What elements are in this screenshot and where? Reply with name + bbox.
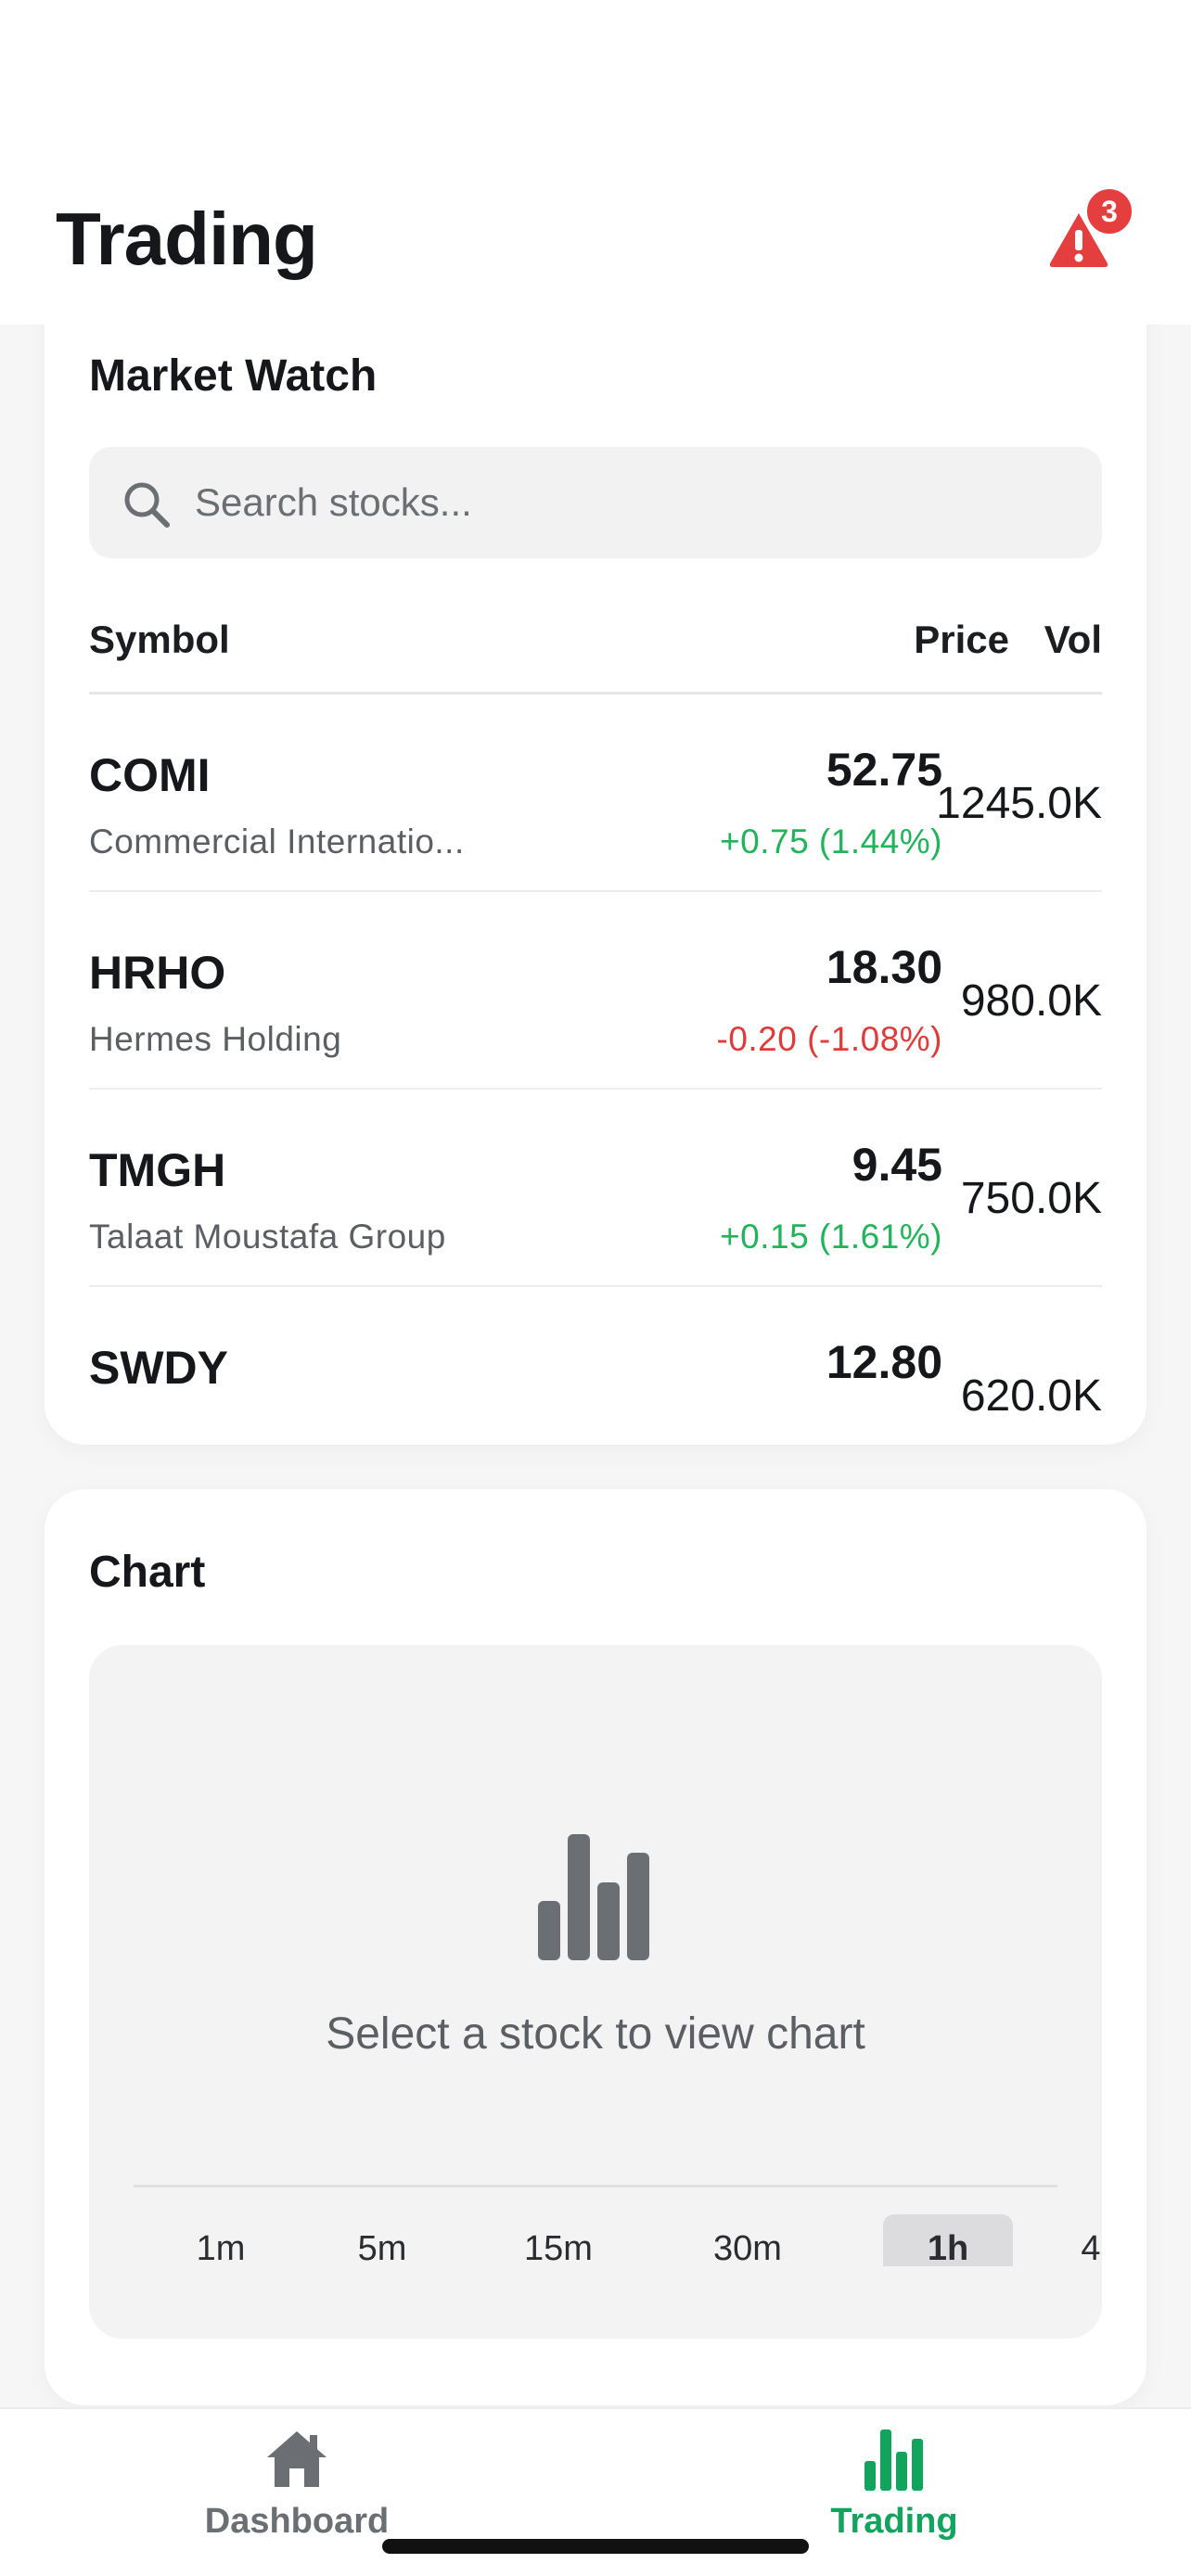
timeframe-1h[interactable]: 1h [883, 2214, 1013, 2266]
chart-placeholder: Select a stock to view chart 1m 5m 15m 3… [89, 1645, 1102, 2339]
stock-volume: 750.0K [960, 1174, 1102, 1223]
market-watch-card: Market Watch Symbol Price Vol COMI Comme… [45, 269, 1146, 1445]
tab-label: Dashboard [204, 2502, 390, 2541]
home-indicator [382, 2539, 809, 2554]
market-watch-title: Market Watch [89, 351, 378, 401]
chart-empty-message: Select a stock to view chart [326, 2009, 865, 2059]
stock-symbol: TMGH [89, 1144, 226, 1196]
stock-volume: 980.0K [960, 976, 1102, 1026]
page-title: Trading [56, 198, 318, 280]
timeframe-15m[interactable]: 15m [503, 2214, 614, 2266]
stock-price: 12.80 [826, 1336, 942, 1388]
stock-name: Talaat Moustafa Group [89, 1218, 446, 1256]
stock-price: 52.75 [826, 744, 942, 796]
timeframe-divider [134, 2185, 1057, 2187]
column-header-symbol[interactable]: Symbol [89, 618, 230, 662]
bar-chart-icon [864, 2429, 923, 2491]
stock-volume: 1245.0K [936, 779, 1102, 828]
alert-count-badge: 3 [1083, 185, 1135, 237]
stock-row-hrho[interactable]: HRHO Hermes Holding 18.30 -0.20 (-1.08%)… [89, 892, 1102, 1090]
column-header-price[interactable]: Price [694, 618, 1009, 662]
stock-volume: 620.0K [960, 1371, 1102, 1421]
stock-symbol: COMI [89, 749, 211, 801]
search-box[interactable] [89, 447, 1102, 558]
stock-symbol: HRHO [89, 947, 226, 999]
search-input[interactable] [195, 447, 1067, 558]
stock-price: 9.45 [852, 1139, 942, 1191]
tab-dashboard[interactable]: Dashboard [186, 2426, 408, 2556]
tab-label: Trading [830, 2502, 958, 2541]
stock-symbol: SWDY [89, 1342, 228, 1394]
stock-name: Hermes Holding [89, 1020, 342, 1058]
chart-card: Chart Select a stock to view chart 1m 5m… [45, 1489, 1146, 2405]
timeframe-30m[interactable]: 30m [683, 2214, 813, 2266]
stock-name: Commercial Internatio... [89, 823, 465, 861]
column-header-vol[interactable]: Vol [972, 618, 1102, 662]
timeframe-selector: 1m 5m 15m 30m 1h 4 [89, 2201, 1102, 2266]
search-icon [124, 482, 170, 528]
bar-chart-icon [538, 1834, 649, 1960]
stock-change: +0.75 (1.44%) [720, 823, 942, 861]
chart-title: Chart [89, 1548, 206, 1597]
timeframe-1m[interactable]: 1m [174, 2214, 267, 2266]
stock-change: -0.20 (-1.08%) [716, 1020, 942, 1058]
timeframe-5m[interactable]: 5m [336, 2214, 429, 2266]
stock-row-comi[interactable]: COMI Commercial Internatio... 52.75 +0.7… [89, 695, 1102, 892]
stock-price: 18.30 [826, 941, 942, 993]
stock-row-swdy[interactable]: SWDY 12.80 620.0K [89, 1287, 1102, 1445]
app-header: Trading 3 [0, 0, 1191, 325]
stock-change: +0.15 (1.61%) [720, 1218, 942, 1256]
home-icon [267, 2431, 327, 2487]
stock-row-tmgh[interactable]: TMGH Talaat Moustafa Group 9.45 +0.15 (1… [89, 1090, 1102, 1287]
tab-trading[interactable]: Trading [783, 2426, 1005, 2556]
timeframe-4h[interactable]: 4 [1072, 2214, 1102, 2266]
